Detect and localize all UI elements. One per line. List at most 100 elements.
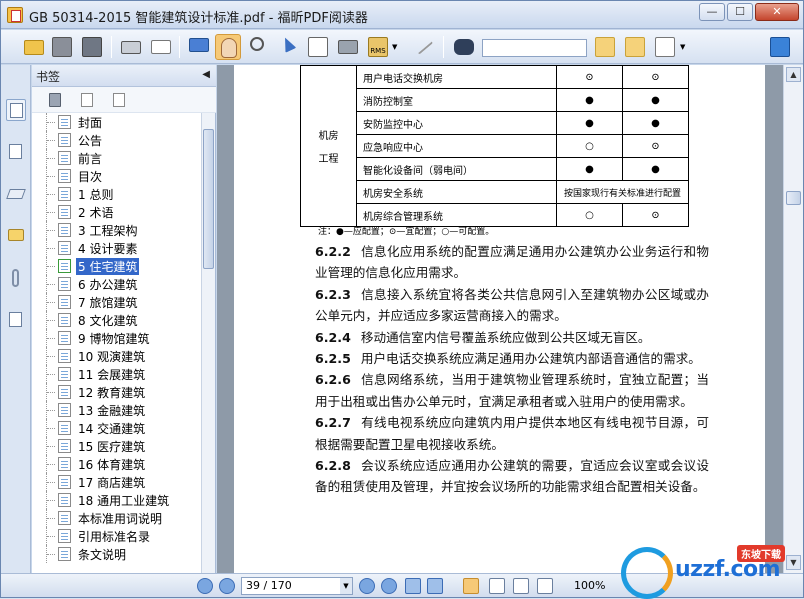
attachments-tab[interactable] [6,267,26,289]
document-scrollbar[interactable]: ▲ ▼ [783,65,803,573]
config-cell: ⊙ [556,65,623,89]
save-button[interactable] [49,34,75,60]
hand-tool-button[interactable] [215,34,241,60]
zoom-tool-button[interactable] [246,34,272,60]
snapshot-icon [338,40,358,54]
find-options-button[interactable]: ▼ [652,34,688,60]
tree-line [46,545,55,563]
print-button[interactable] [118,34,144,60]
bookmark-item[interactable]: 本标准用词说明 [46,509,164,527]
bookmark-page-icon [58,547,71,561]
continuous-facing-button[interactable] [537,578,553,594]
bookmark-page-icon [58,331,71,345]
bookmark-item[interactable]: 8 文化建筑 [46,311,139,329]
find-button[interactable] [451,34,477,60]
bookmark-label: 条文说明 [78,547,127,562]
bookmark-item[interactable]: 18 通用工业建筑 [46,491,171,509]
maximize-button[interactable]: ☐ [727,3,753,21]
bookmark-item[interactable]: 目次 [46,167,104,185]
bookmark-item[interactable]: 17 商店建筑 [46,473,147,491]
bookmark-item[interactable]: 10 观演建筑 [46,347,147,365]
bookmark-item[interactable]: 1 总则 [46,185,115,203]
document-viewport[interactable]: 机房 工程 用户电话交换机房 ⊙ ⊙ 消防控制室 ● ● 安防监控中心 ● ● 应急响应中心 ○ ⊙ 智能化… [217,65,783,573]
select-button[interactable] [275,34,301,60]
table-row: 安防监控中心 ● ● [301,111,689,135]
close-button[interactable]: ✕ [755,3,799,21]
bookmark-item[interactable]: 公告 [46,131,104,149]
bookmark-item[interactable]: 6 办公建筑 [46,275,139,293]
clause-body: 信息化应用系统的配置应满足通用办公建筑办公业务运行和物业管理的信息化应用需求。 [315,244,709,281]
bookmark-item[interactable]: 4 设计要素 [46,239,139,257]
page-number-field[interactable]: 39 / 170 ▼ [241,577,353,595]
single-page-button[interactable] [463,578,479,594]
facing-button[interactable] [513,578,529,594]
bookmark-item[interactable]: 条文说明 [46,545,128,563]
page-dropdown-icon[interactable]: ▼ [340,578,352,594]
bookmark-item[interactable]: 13 金融建筑 [46,401,147,419]
scroll-up-button[interactable]: ▲ [786,67,801,82]
fullscreen-button[interactable] [186,34,212,60]
bookmark-item[interactable]: 12 教育建筑 [46,383,147,401]
find-next-button[interactable] [622,34,648,60]
minimize-button[interactable]: — [699,3,725,21]
tree-line [46,401,55,419]
document-scroll-thumb[interactable] [786,191,801,205]
bookmark-item[interactable]: 11 会展建筑 [46,365,147,383]
bookmark-item[interactable]: 15 医疗建筑 [46,437,147,455]
signatures-tab[interactable] [6,309,26,331]
next-page-button[interactable] [359,578,375,594]
last-page-button[interactable] [381,578,397,594]
zoom-level[interactable]: 100% [574,579,605,592]
bookmark-item[interactable]: 2 术语 [46,203,115,221]
prev-page-button[interactable] [219,578,235,594]
signatures-icon [9,312,22,327]
first-page-button[interactable] [197,578,213,594]
bookmarks-scrollbar[interactable] [201,113,215,573]
clause-body: 会议系统应适应通用办公建筑的需要，宜适应会议室或会议设备的租赁使用及管理，并宜按… [315,458,709,495]
bookmark-item[interactable]: 引用标准名录 [46,527,152,545]
table-row: 消防控制室 ● ● [301,88,689,112]
category-line: 工程 [318,154,339,165]
snapshot-button[interactable] [335,34,361,60]
bookmark-label: 2 术语 [78,205,114,220]
bookmark-item[interactable]: 9 博物馆建筑 [46,329,151,347]
collapse-panel-button[interactable]: ◀ [202,69,210,80]
bookmarks-scroll-thumb[interactable] [203,129,214,269]
find-options-icon [655,37,675,57]
table-row: 机房安全系统 按国家现行有关标准进行配置 [301,180,689,204]
tree-line [46,113,55,131]
bookmark-item[interactable]: 3 工程架构 [46,221,139,239]
bookmark-item[interactable]: 16 体育建筑 [46,455,147,473]
open-button[interactable] [21,34,47,60]
bookmark-item[interactable]: 封面 [46,113,104,131]
email-button[interactable] [148,34,174,60]
bookmark-item[interactable]: 14 交通建筑 [46,419,147,437]
bookmark-page-icon [58,151,71,165]
text-select-button[interactable] [305,34,331,60]
thumbnails-tab[interactable] [6,141,26,163]
delete-bookmark-button[interactable] [46,91,64,109]
add-child-bookmark-button[interactable] [110,91,128,109]
bookmarks-tab[interactable] [6,99,26,121]
forward-button[interactable] [427,578,443,594]
system-name-cell: 机房安全系统 [356,180,557,204]
continuous-button[interactable] [489,578,505,594]
system-name-cell: 消防控制室 [356,88,557,112]
rms-button[interactable]: RMS ▼ [365,34,399,60]
bookmark-item[interactable]: 前言 [46,149,104,167]
expand-button[interactable] [767,34,793,60]
add-bookmark-button[interactable] [78,91,96,109]
sign-button[interactable] [411,34,437,60]
search-input[interactable] [482,39,587,57]
save-all-button[interactable] [79,34,105,60]
find-prev-button[interactable] [592,34,618,60]
close-icon: ✕ [772,5,782,18]
sign-icon [412,35,434,55]
bookmark-item[interactable]: 7 旅馆建筑 [46,293,139,311]
bookmark-item[interactable]: 5 住宅建筑 [46,257,140,275]
back-button[interactable] [405,578,421,594]
config-cell: ⊙ [622,134,689,158]
comments-tab[interactable] [6,225,26,247]
clause-body: 信息接入系统宜将各类公共信息网引入至建筑物办公区域或办公单元内，并应适应多家运营… [315,286,709,324]
layers-tab[interactable] [6,183,26,205]
